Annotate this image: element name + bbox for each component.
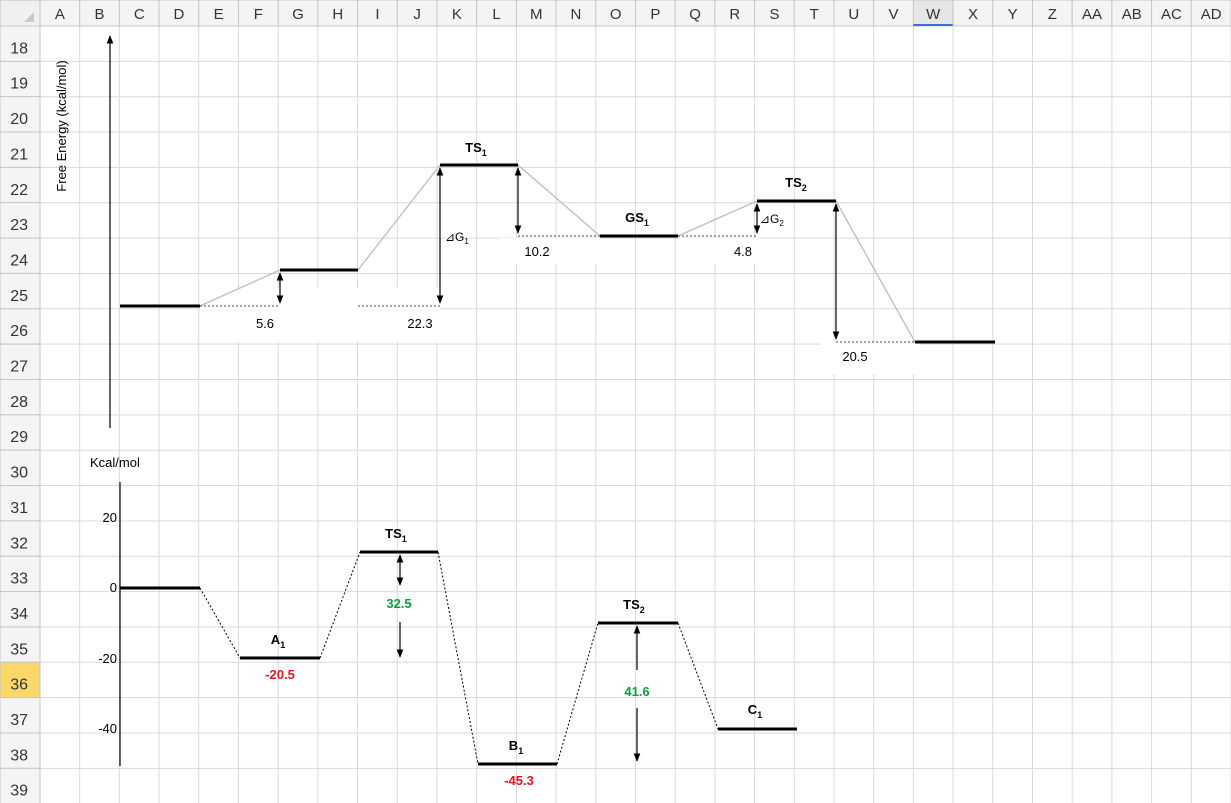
y-axis-label: Free Energy (kcal/mol) <box>54 60 69 191</box>
value-label: 5.6 <box>256 316 274 331</box>
row-header-label: 24 <box>10 252 28 269</box>
column-header-label: R <box>729 6 740 23</box>
row-header-label: 39 <box>10 783 28 800</box>
column-header-label: AB <box>1122 6 1142 23</box>
label-background <box>200 288 440 342</box>
column-header-label: M <box>530 6 543 23</box>
connector-line <box>437 551 479 765</box>
row-header-label: 25 <box>10 288 28 305</box>
column-header-label: H <box>332 6 343 23</box>
column-header-label: Z <box>1048 6 1057 23</box>
label-ts1: TS1 <box>465 140 487 158</box>
row-headers[interactable]: 18 19 20 21 22 23 24 25 26 27 28 29 30 31 32 33 34 35 36 37… <box>0 25 41 803</box>
y-tick-label: -20 <box>98 651 117 666</box>
connector-line <box>556 622 599 765</box>
value-b1: -45.3 <box>504 773 534 788</box>
column-header-label: A <box>55 6 65 23</box>
column-header-label: D <box>174 6 185 23</box>
row-header-label: 34 <box>10 606 28 623</box>
column-header-label: N <box>571 6 582 23</box>
column-header-label: F <box>254 6 263 23</box>
connector-line <box>677 200 758 237</box>
row-header-label: 18 <box>10 40 28 57</box>
free-energy-diagram[interactable]: Free Energy (kcal/mol) TS1 GS1 TS2 ⊿G1 ⊿… <box>54 35 995 428</box>
row-header-label: 20 <box>10 111 28 128</box>
row-header-label: 29 <box>10 429 28 446</box>
column-header-label: X <box>968 6 978 23</box>
connector-line <box>357 164 441 271</box>
column-header-label: G <box>292 6 304 23</box>
column-header-label: W <box>926 6 941 23</box>
column-header-label: B <box>95 6 105 23</box>
column-header-label: S <box>769 6 779 23</box>
column-headers[interactable]: A B C D E F G H I J K L M N O P Q R S T U V W X Y Z AA AB AC AD <box>0 0 1231 27</box>
value-label: 4.8 <box>734 244 752 259</box>
label-ts1: TS1 <box>385 526 407 544</box>
y-tick-label: -40 <box>98 721 117 736</box>
value-label: 10.2 <box>524 244 549 259</box>
label-gs1: GS1 <box>625 210 649 228</box>
column-header-label: L <box>492 6 500 23</box>
column-header-label: Y <box>1008 6 1018 23</box>
barrier-value-2: 41.6 <box>624 684 649 699</box>
connector-line <box>677 622 719 730</box>
value-label: 20.5 <box>842 349 867 364</box>
connector-line <box>319 551 361 659</box>
column-header-label: K <box>452 6 462 23</box>
spreadsheet-window: A B C D E F G H I J K L M N O P Q R S T U V W X Y Z AA AB AC AD 18 19 2… <box>0 0 1231 803</box>
column-header-label: P <box>650 6 660 23</box>
column-header-label: J <box>413 6 421 23</box>
label-ts2: TS2 <box>623 597 645 615</box>
column-header-label: AA <box>1082 6 1102 23</box>
column-header-label: AD <box>1201 6 1222 23</box>
column-header-label: E <box>214 6 224 23</box>
row-header-label: 31 <box>10 500 28 517</box>
reaction-profile-diagram[interactable]: Kcal/mol 20 0 -20 -40 TS1 A1 B1 TS2 C1 -… <box>90 455 797 788</box>
unit-label: Kcal/mol <box>90 455 140 470</box>
row-header-label: 26 <box>10 323 28 340</box>
row-header-label: 19 <box>10 76 28 93</box>
label-ts2: TS2 <box>785 175 807 193</box>
spreadsheet-canvas: A B C D E F G H I J K L M N O P Q R S T U V W X Y Z AA AB AC AD 18192… <box>0 0 1231 803</box>
connector-line <box>517 164 601 237</box>
row-header-label: 38 <box>10 747 28 764</box>
row-header-label: 30 <box>10 465 28 482</box>
row-header-label: 35 <box>10 641 28 658</box>
label-background <box>820 342 920 374</box>
column-header-label: U <box>848 6 859 23</box>
row-header-label: 32 <box>10 535 28 552</box>
row-header-label: 28 <box>10 394 28 411</box>
row-header-label: 22 <box>10 182 28 199</box>
row-header-label: 37 <box>10 712 28 729</box>
row-header-label: 21 <box>10 146 28 163</box>
y-tick-label: 0 <box>110 580 117 595</box>
label-dg1: ⊿G1 <box>445 230 469 246</box>
row-header-label: 23 <box>10 217 28 234</box>
label-background <box>500 238 600 264</box>
connector-line <box>199 587 241 659</box>
row-header-label: 33 <box>10 571 28 588</box>
row-header-label: 27 <box>10 359 28 376</box>
column-header-label: O <box>610 6 622 23</box>
column-header-label: Q <box>689 6 701 23</box>
connector-line <box>835 200 916 343</box>
column-header-label: T <box>810 6 819 23</box>
value-a1: -20.5 <box>265 667 295 682</box>
value-label: 22.3 <box>407 316 432 331</box>
row-header-label: 36 <box>10 677 28 694</box>
barrier-value-1: 32.5 <box>386 596 411 611</box>
column-header-label: AC <box>1161 6 1182 23</box>
column-header-label: C <box>134 6 145 23</box>
label-dg2: ⊿G2 <box>760 212 784 228</box>
column-header-label: I <box>375 6 379 23</box>
column-header-label: V <box>889 6 899 23</box>
y-tick-label: 20 <box>103 510 117 525</box>
